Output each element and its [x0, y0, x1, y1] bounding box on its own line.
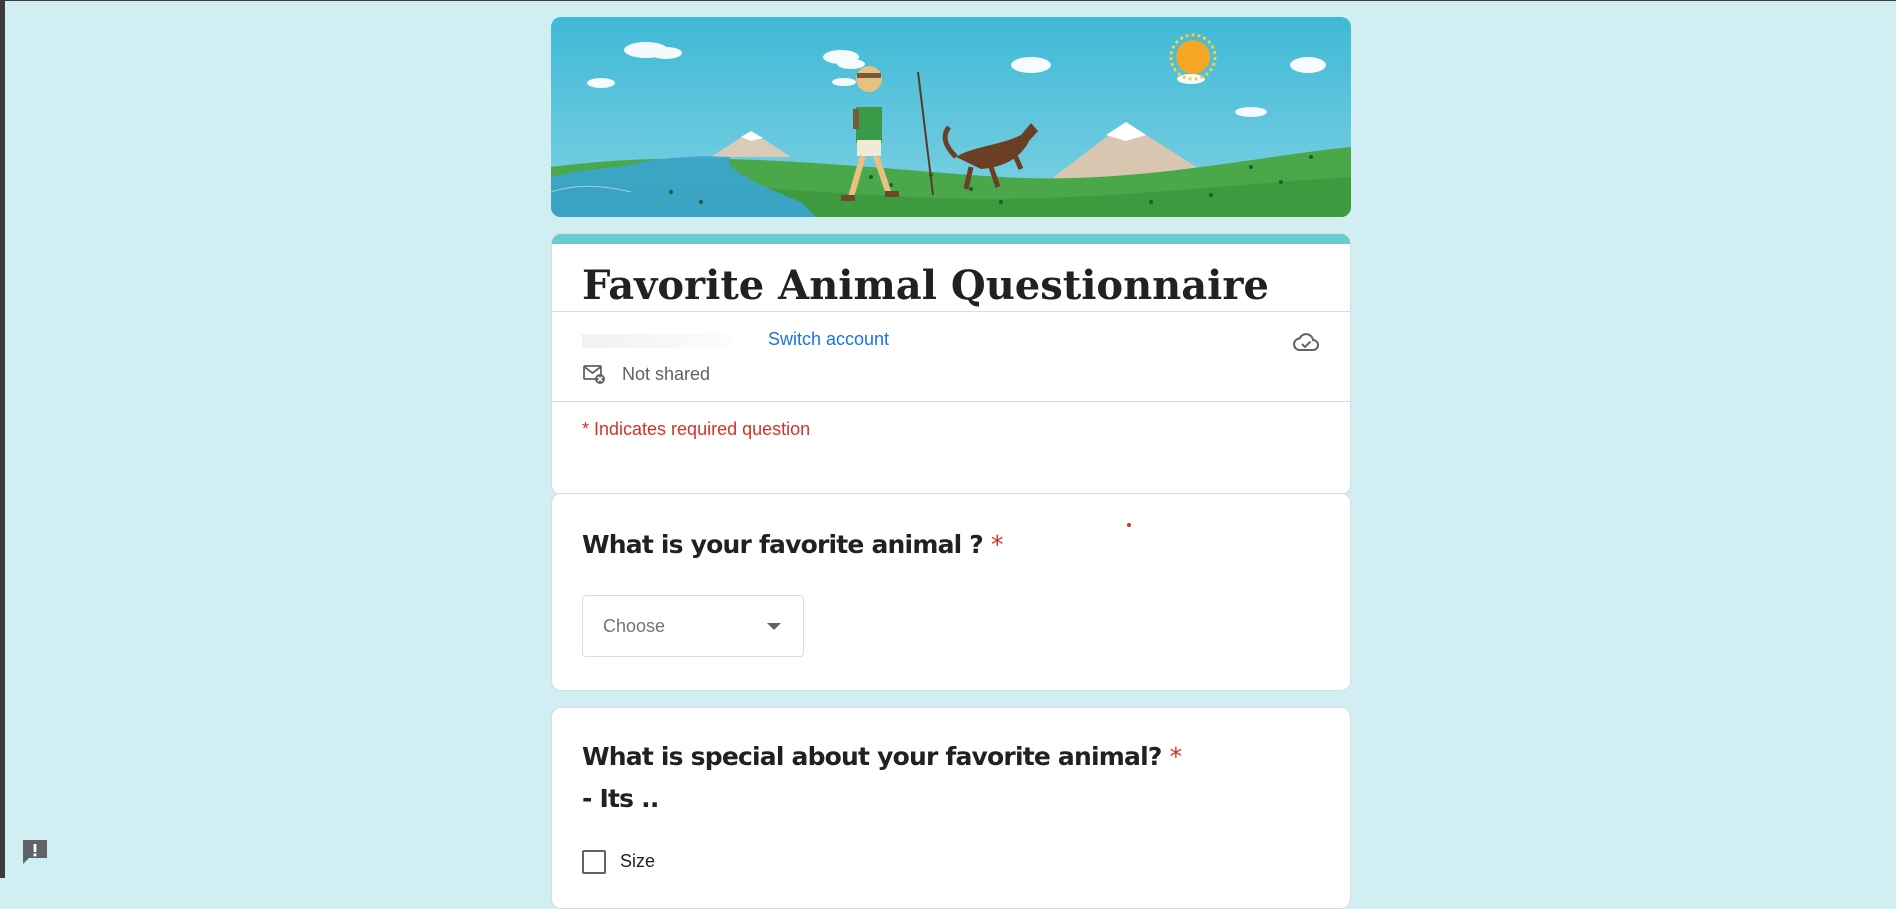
form-container: Favorite Animal Questionnaire Switch acc… — [551, 17, 1351, 909]
dropdown-arrow-icon — [767, 623, 781, 630]
form-title: Favorite Animal Questionnaire — [582, 262, 1269, 309]
report-feedback-icon[interactable] — [19, 836, 51, 868]
window-top-edge — [0, 0, 1896, 1]
option-label: Size — [620, 851, 656, 871]
account-row: Switch account Not shared — [552, 312, 1350, 401]
form-header-card: Favorite Animal Questionnaire Switch acc… — [551, 233, 1351, 495]
mail-off-icon — [583, 365, 605, 384]
switch-account-link[interactable]: Switch account — [768, 329, 889, 350]
cloud-check-icon[interactable] — [1292, 329, 1320, 357]
favorite-animal-dropdown[interactable]: Choose — [582, 595, 804, 657]
question-card-favorite-animal: What is your favorite animal ? * Choose — [551, 493, 1351, 691]
question-subtitle: - Its .. — [582, 784, 659, 813]
required-question-note: * Indicates required question — [582, 419, 811, 439]
question-text: What is your favorite animal ? — [582, 530, 984, 559]
required-asterisk: * — [1169, 742, 1182, 771]
account-email-redacted — [582, 334, 732, 348]
question-title: What is your favorite animal ? * — [582, 530, 1003, 559]
title-accent-bar — [552, 234, 1350, 244]
question-title: What is special about your favorite anim… — [582, 742, 1182, 771]
stray-dot — [1127, 523, 1131, 527]
checkbox[interactable] — [582, 850, 606, 874]
dropdown-placeholder: Choose — [603, 616, 666, 636]
question-card-special-trait: What is special about your favorite anim… — [551, 707, 1351, 909]
required-asterisk: * — [991, 530, 1003, 559]
header-banner-image — [551, 17, 1351, 217]
window-left-edge — [0, 0, 5, 878]
question-text: What is special about your favorite anim… — [582, 742, 1162, 771]
hiker-with-dog-illustration — [551, 17, 1351, 217]
not-shared-label: Not shared — [622, 364, 711, 384]
